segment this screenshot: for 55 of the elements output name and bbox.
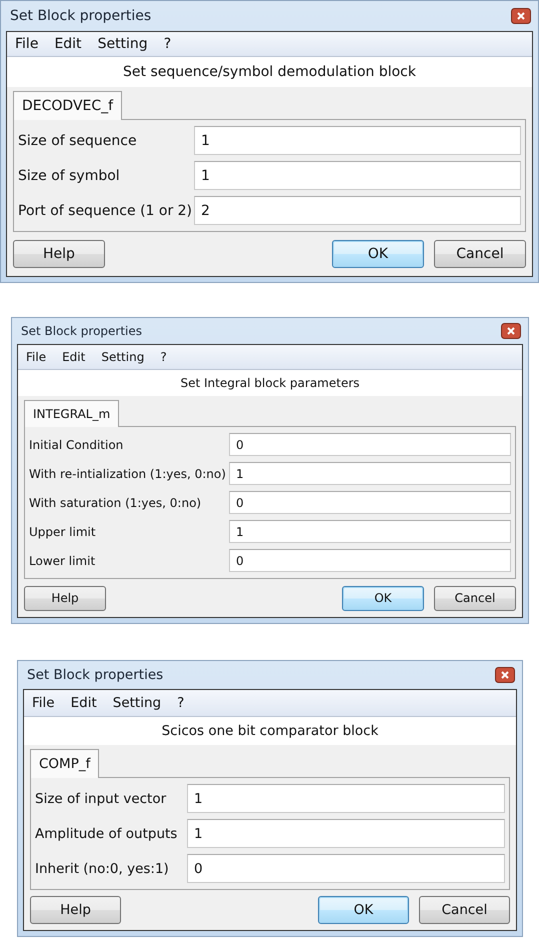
menu-item[interactable]: File [26, 350, 46, 364]
input-field[interactable]: 0 [187, 854, 505, 883]
menu-item[interactable]: Setting [101, 350, 144, 364]
dialog-button[interactable]: Cancel [434, 240, 526, 268]
input-field[interactable]: 1 [187, 784, 505, 813]
menu-item[interactable]: File [15, 36, 38, 52]
input-field[interactable]: 0 [229, 433, 511, 456]
tab[interactable]: DECODVEC_f [13, 91, 122, 120]
menu-item[interactable]: Edit [70, 695, 97, 711]
dialog-button[interactable]: OK [318, 896, 409, 924]
dialog-heading: Set sequence/symbol demodulation block [123, 64, 416, 80]
menu-item[interactable]: ? [164, 36, 172, 52]
window-title: Set Block properties [27, 667, 164, 683]
field-label: Initial Condition [29, 438, 124, 452]
window-title: Set Block properties [21, 324, 142, 338]
input-field[interactable]: 2 [194, 196, 521, 225]
tab[interactable]: COMP_f [30, 749, 100, 778]
input-field[interactable]: 0 [229, 549, 511, 572]
dialog-button[interactable]: Cancel [434, 586, 516, 610]
menu-item[interactable]: File [32, 695, 55, 711]
close-icon[interactable] [495, 667, 515, 683]
field-label: Size of input vector [35, 790, 168, 806]
field-label: Lower limit [29, 554, 96, 568]
input-field[interactable]: 1 [229, 520, 511, 543]
input-field[interactable]: 1 [229, 462, 511, 485]
input-field[interactable]: 1 [194, 161, 521, 190]
dialog-button[interactable]: Help [13, 240, 105, 268]
field-label: Amplitude of outputs [35, 826, 178, 842]
field-label: Size of sequence [18, 132, 138, 148]
dialog-heading: Set Integral block parameters [180, 376, 360, 390]
input-field[interactable]: 1 [187, 819, 505, 848]
window-title: Set Block properties [10, 8, 152, 24]
menu-item[interactable]: ? [160, 350, 167, 364]
dialog-heading: Scicos one bit comparator block [162, 723, 378, 739]
menu-item[interactable]: Edit [54, 36, 82, 52]
dialog-button[interactable]: OK [342, 586, 424, 610]
close-icon[interactable] [501, 323, 521, 339]
tab[interactable]: INTEGRAL_m [24, 400, 120, 427]
dialog-button[interactable]: Cancel [419, 896, 510, 924]
field-label: With saturation (1:yes, 0:no) [29, 496, 202, 510]
dialog-button[interactable]: Help [30, 896, 121, 924]
menu-item[interactable]: Edit [62, 350, 86, 364]
dialog-button[interactable]: Help [24, 586, 106, 610]
field-label: Port of sequence (1 or 2) [18, 202, 194, 218]
close-icon[interactable] [511, 8, 531, 24]
field-label: With re-intialization (1:yes, 0:no) [29, 466, 227, 480]
input-field[interactable]: 0 [229, 491, 511, 514]
field-label: Inherit (no:0, yes:1) [35, 860, 170, 876]
menu-item[interactable]: Setting [98, 36, 148, 52]
field-label: Upper limit [29, 524, 97, 538]
dialog-button[interactable]: OK [332, 240, 424, 268]
menu-item[interactable]: ? [177, 695, 184, 711]
input-field[interactable]: 1 [194, 126, 521, 155]
menu-item[interactable]: Setting [112, 695, 162, 711]
field-label: Size of symbol [18, 168, 121, 184]
